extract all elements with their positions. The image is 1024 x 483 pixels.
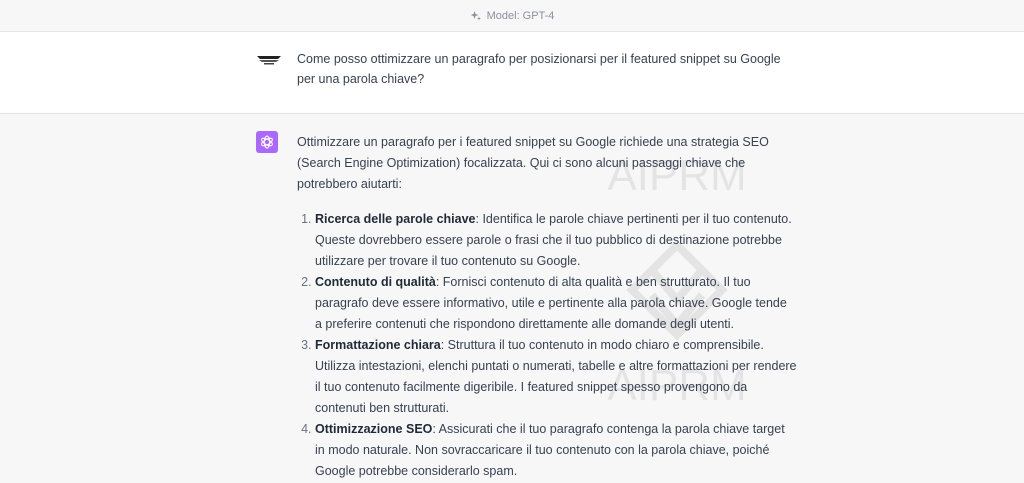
assistant-intro: Ottimizzare un paragrafo per i featured … (297, 135, 769, 191)
model-header-bar: Model: GPT-4 (0, 0, 1024, 32)
list-item: Ottimizzazione SEO: Assicurati che il tu… (315, 419, 797, 482)
list-item-title: Ottimizzazione SEO (315, 422, 433, 436)
model-label[interactable]: Model: GPT-4 (470, 9, 555, 22)
list-item: Ricerca delle parole chiave: Identifica … (315, 209, 797, 272)
openai-logo-icon (261, 135, 273, 149)
list-item-title: Ricerca delle parole chiave (315, 212, 476, 226)
list-item-title: Contenuto di qualità (315, 275, 436, 289)
list-item: Contenuto di qualità: Fornisci contenuto… (315, 272, 797, 335)
list-item-title: Formattazione chiara (315, 338, 441, 352)
model-label-text: Model: GPT-4 (486, 9, 555, 22)
assistant-avatar (256, 131, 278, 153)
list-item: Formattazione chiara: Struttura il tuo c… (315, 335, 797, 419)
assistant-message-body: Ottimizzare un paragrafo per i featured … (297, 132, 797, 482)
assistant-steps-list: Ricerca delle parole chiave: Identifica … (297, 209, 797, 482)
user-avatar (257, 56, 281, 65)
user-message-text: Come posso ottimizzare un paragrafo per … (297, 52, 781, 86)
sparkle-icon (470, 10, 481, 20)
